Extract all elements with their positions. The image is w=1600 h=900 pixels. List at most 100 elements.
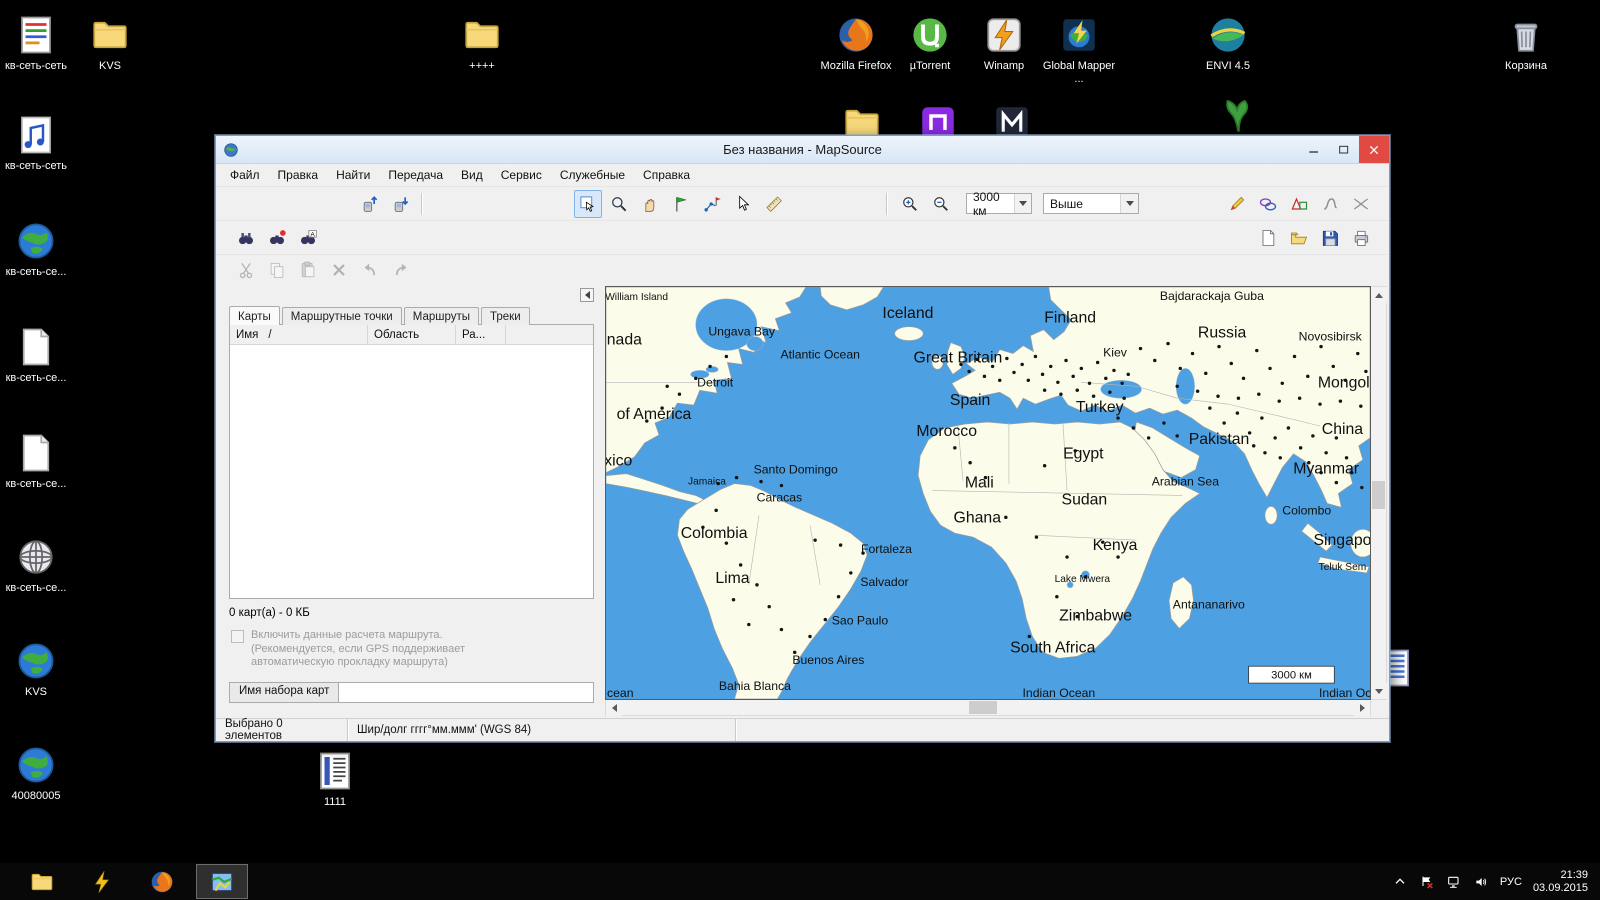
detail-level-dropdown[interactable]: Выше xyxy=(1043,193,1139,214)
desktop-icon-label: KVS xyxy=(72,60,148,73)
desktop-icon-KVS[interactable]: KVS xyxy=(0,638,74,699)
taskbar-button-mapsource[interactable] xyxy=(196,864,248,899)
delete-button[interactable] xyxy=(325,256,353,284)
waypoint-tool-button[interactable] xyxy=(667,190,695,218)
desktop-icon-кв-сеть-сеть[interactable]: кв-сеть-сеть xyxy=(0,12,74,73)
map-poly-button[interactable] xyxy=(1285,190,1313,218)
map-s-curve-button[interactable] xyxy=(1316,190,1344,218)
menu-Передача[interactable]: Передача xyxy=(379,165,452,185)
map-area: William IslandBajdarackaja GubaIcelandFi… xyxy=(605,285,1389,718)
map-vertical-scrollbar[interactable] xyxy=(1371,286,1387,700)
print-button[interactable] xyxy=(1347,224,1375,252)
map-label: Salvador xyxy=(860,575,908,589)
tray-flag-icon[interactable] xyxy=(1419,874,1435,890)
desktop-icon-40080005[interactable]: 40080005 xyxy=(0,742,74,803)
language-indicator[interactable]: РУС xyxy=(1500,876,1522,888)
copy-button[interactable] xyxy=(263,256,291,284)
pan-tool-button[interactable] xyxy=(636,190,664,218)
window-titlebar[interactable]: Без названия - MapSource xyxy=(216,136,1389,164)
map-crossed-button[interactable] xyxy=(1347,190,1375,218)
send-to-device-button[interactable] xyxy=(356,190,384,218)
menu-Правка[interactable]: Правка xyxy=(269,165,328,185)
desktop-icon-++++[interactable]: ++++ xyxy=(444,12,520,73)
close-button[interactable] xyxy=(1359,136,1389,163)
taskbar-clock[interactable]: 21:39 03.09.2015 xyxy=(1533,869,1588,895)
menu-Сервис[interactable]: Сервис xyxy=(492,165,551,185)
map-pen-button[interactable] xyxy=(1223,190,1251,218)
desktop-icon-green-plant[interactable] xyxy=(1200,92,1276,140)
measure-tool-button[interactable] xyxy=(760,190,788,218)
map-scale-dropdown[interactable]: 3000 км xyxy=(966,193,1032,214)
dropdown-arrow-icon[interactable] xyxy=(1014,194,1031,213)
desktop-icon-Global Mapper ...[interactable]: Global Mapper ... xyxy=(1041,12,1117,86)
scroll-down-button[interactable] xyxy=(1371,683,1387,699)
dropdown-arrow-icon[interactable] xyxy=(1120,194,1138,213)
tray-up-icon[interactable] xyxy=(1392,874,1408,890)
desktop-icon-кв-сеть-се...[interactable]: кв-сеть-се... xyxy=(0,218,74,279)
desktop-icon-1111[interactable]: 1111 xyxy=(297,748,373,809)
vertical-scroll-thumb[interactable] xyxy=(1372,481,1385,509)
scroll-up-button[interactable] xyxy=(1371,287,1387,303)
desktop-icon-кв-сеть-се...[interactable]: кв-сеть-се... xyxy=(0,430,74,491)
column-header-region[interactable]: Область xyxy=(368,325,456,344)
new-document-button[interactable] xyxy=(1254,224,1282,252)
map-viewport[interactable]: William IslandBajdarackaja GubaIcelandFi… xyxy=(605,286,1371,700)
zoom-tool-button[interactable] xyxy=(605,190,633,218)
menu-Служебные[interactable]: Служебные xyxy=(551,165,634,185)
desktop-icon-µTorrent[interactable]: µTorrent xyxy=(892,12,968,73)
save-file-button[interactable] xyxy=(1316,224,1344,252)
collapse-panel-button[interactable] xyxy=(580,288,594,302)
scroll-right-button[interactable] xyxy=(1354,700,1370,716)
find-button[interactable] xyxy=(232,224,260,252)
tab-Треки[interactable]: Треки xyxy=(481,307,530,325)
zoom-in-button[interactable] xyxy=(896,190,924,218)
maps-table-body[interactable] xyxy=(230,345,593,598)
desktop-icon-кв-сеть-се...[interactable]: кв-сеть-се... xyxy=(0,534,74,595)
find-nearest-button[interactable] xyxy=(263,224,291,252)
map-label: Great Britain xyxy=(914,350,1003,367)
maximize-button[interactable] xyxy=(1329,136,1359,163)
receive-from-device-button[interactable] xyxy=(387,190,415,218)
menu-Найти[interactable]: Найти xyxy=(327,165,379,185)
route-data-checkbox[interactable] xyxy=(231,630,244,643)
map-ovals-button[interactable] xyxy=(1254,190,1282,218)
taskbar-button-firefox[interactable] xyxy=(136,864,188,899)
undo-button[interactable] xyxy=(356,256,384,284)
cut-button[interactable] xyxy=(232,256,260,284)
menu-Справка[interactable]: Справка xyxy=(634,165,699,185)
desktop-icon-ENVI 4.5[interactable]: ENVI 4.5 xyxy=(1190,12,1266,73)
taskbar-button-explorer[interactable] xyxy=(16,864,68,899)
tab-Маршрутные точки[interactable]: Маршрутные точки xyxy=(282,307,402,325)
world-map[interactable]: William IslandBajdarackaja GubaIcelandFi… xyxy=(606,287,1370,699)
desktop-icon-кв-сеть-сеть[interactable]: кв-сеть-сеть xyxy=(0,112,74,173)
map-set-name-button[interactable]: Имя набора карт xyxy=(229,682,339,703)
route-tool-button[interactable] xyxy=(698,190,726,218)
open-file-button[interactable] xyxy=(1285,224,1313,252)
menu-Файл[interactable]: Файл xyxy=(221,165,269,185)
column-header-name[interactable]: Имя / xyxy=(230,325,368,344)
paste-button[interactable] xyxy=(294,256,322,284)
horizontal-scroll-thumb[interactable] xyxy=(969,701,997,714)
column-header-size[interactable]: Ра... xyxy=(456,325,506,344)
mapsource-logo-icon xyxy=(223,142,239,158)
map-horizontal-scrollbar[interactable] xyxy=(605,700,1371,716)
scroll-left-button[interactable] xyxy=(606,700,622,716)
taskbar-button-winamp[interactable] xyxy=(76,864,128,899)
desktop-icon-кв-сеть-се...[interactable]: кв-сеть-се... xyxy=(0,324,74,385)
zoom-out-button[interactable] xyxy=(927,190,955,218)
redo-button[interactable] xyxy=(387,256,415,284)
selection-arrow-tool-button[interactable] xyxy=(729,190,757,218)
tab-Маршруты[interactable]: Маршруты xyxy=(404,307,479,325)
tray-volume-icon[interactable] xyxy=(1473,874,1489,890)
map-set-name-input[interactable] xyxy=(339,682,594,703)
desktop-icon-Mozilla Firefox[interactable]: Mozilla Firefox xyxy=(818,12,894,73)
minimize-button[interactable] xyxy=(1299,136,1329,163)
tab-Карты[interactable]: Карты xyxy=(229,306,280,325)
tray-network-icon[interactable] xyxy=(1446,874,1462,890)
find-address-button[interactable]: A xyxy=(294,224,322,252)
select-map-tool-button[interactable] xyxy=(574,190,602,218)
desktop-icon-Winamp[interactable]: Winamp xyxy=(966,12,1042,73)
desktop-icon-KVS[interactable]: KVS xyxy=(72,12,148,73)
desktop-icon-Корзина[interactable]: Корзина xyxy=(1488,12,1564,73)
menu-Вид[interactable]: Вид xyxy=(452,165,492,185)
